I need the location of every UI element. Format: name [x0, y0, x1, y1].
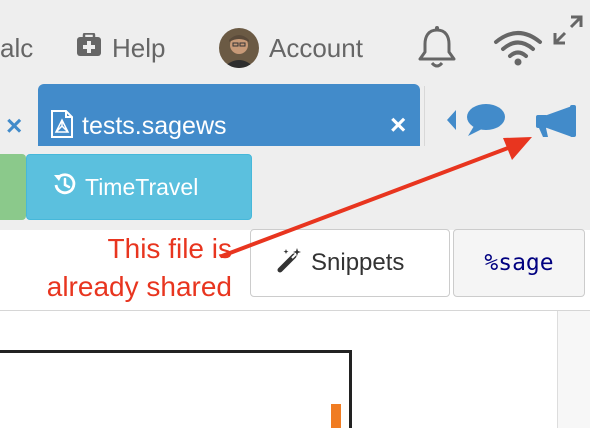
- tab-tests-sagews[interactable]: tests.sagews ×: [38, 84, 420, 146]
- close-tab-icon[interactable]: ×: [6, 112, 22, 140]
- magic-wand-icon: [277, 247, 303, 280]
- avatar: [219, 28, 259, 68]
- megaphone-icon[interactable]: [534, 104, 580, 143]
- wifi-icon: [493, 30, 543, 71]
- history-icon: [53, 172, 77, 202]
- annotation-text: This file is already shared: [0, 230, 232, 306]
- medkit-icon: [76, 31, 102, 64]
- top-nav-bar: alc Help Account: [0, 0, 590, 86]
- nav-calc-label: alc: [0, 32, 34, 63]
- mode-selector-button[interactable]: %sage: [453, 229, 585, 297]
- chat-toggle-icon[interactable]: [444, 102, 508, 143]
- snippets-button[interactable]: Snippets: [250, 229, 450, 297]
- timetravel-button[interactable]: TimeTravel: [26, 154, 252, 220]
- nav-help-label: Help: [112, 32, 166, 63]
- timetravel-label: TimeTravel: [85, 173, 199, 200]
- annotation-line-1: This file is: [107, 233, 232, 264]
- sage-file-icon: [50, 110, 74, 143]
- nav-item-account[interactable]: Account: [219, 28, 363, 68]
- bell-icon[interactable]: [416, 26, 458, 75]
- cell-output-frame: [0, 350, 352, 428]
- nav-item-calc[interactable]: alc: [0, 28, 33, 68]
- nav-item-help[interactable]: Help: [76, 28, 165, 68]
- tab-title: tests.sagews: [82, 112, 227, 140]
- nav-account-label: Account: [269, 32, 363, 63]
- tab-divider: [424, 86, 425, 146]
- content-margin: [558, 311, 590, 428]
- green-button-edge[interactable]: [0, 154, 26, 220]
- expand-icon[interactable]: [550, 12, 586, 53]
- content-right-border: [557, 311, 558, 428]
- mode-label: %sage: [484, 250, 554, 276]
- close-tab-icon[interactable]: ×: [390, 111, 406, 139]
- annotation-line-2: already shared: [46, 271, 232, 302]
- snippets-label: Snippets: [311, 249, 405, 276]
- cell-marker: [331, 404, 341, 428]
